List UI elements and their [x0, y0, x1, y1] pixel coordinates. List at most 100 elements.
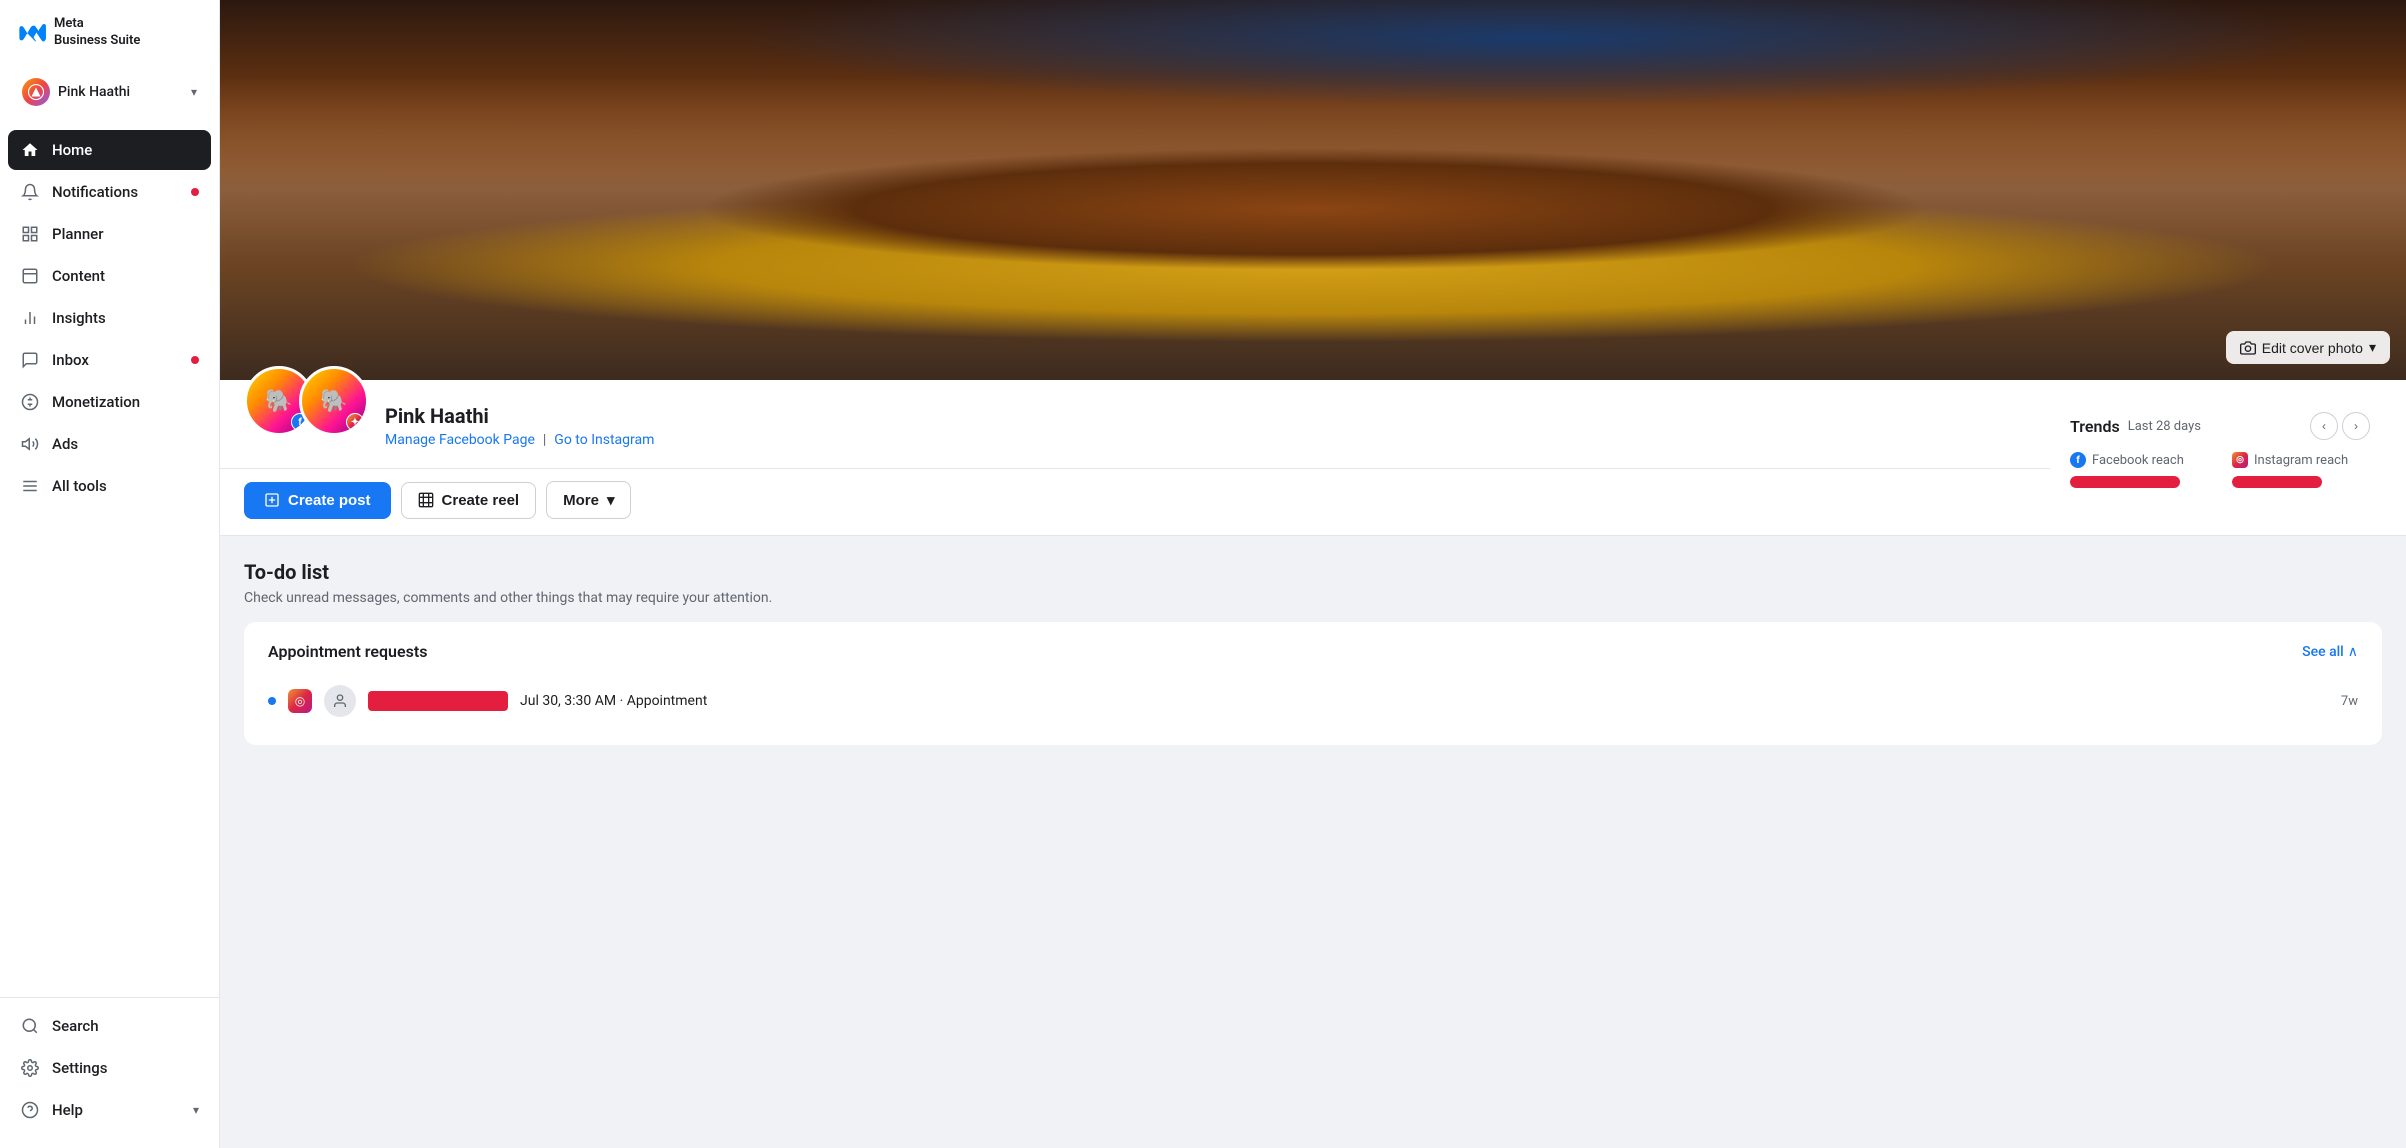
notifications-badge [191, 188, 199, 196]
todo-redacted-name [368, 691, 508, 711]
table-row: ◎ Jul 30, 3:30 AM · Appointment 7w [268, 677, 2358, 725]
profile-links-separator: | [543, 432, 546, 448]
sidebar-item-planner[interactable]: Planner [8, 214, 211, 254]
search-icon [20, 1016, 40, 1036]
planner-icon [20, 224, 40, 244]
create-reel-button[interactable]: Create reel [401, 482, 537, 519]
insights-icon [20, 308, 40, 328]
trends-next-button[interactable]: › [2342, 412, 2370, 440]
sidebar-item-label-help: Help [52, 1101, 83, 1119]
chevron-down-icon: ▾ [191, 85, 197, 99]
facebook-reach-bar [2070, 476, 2180, 488]
cover-furniture-decoration [220, 0, 2406, 380]
create-post-label: Create post [288, 492, 371, 509]
facebook-reach-bar-container [2070, 476, 2208, 488]
sidebar-item-help[interactable]: Help ▾ [8, 1090, 211, 1130]
profile-links: Manage Facebook Page | Go to Instagram [385, 432, 2026, 448]
sidebar-item-ads[interactable]: Ads [8, 424, 211, 464]
trends-period: Last 28 days [2128, 419, 2201, 434]
profile-name: Pink Haathi [385, 404, 2026, 428]
sidebar-item-search[interactable]: Search [8, 1006, 211, 1046]
bell-icon [20, 182, 40, 202]
profile-section: 🐘 f 🐘 ✦ Pink Haathi Manage Facebook Page… [220, 380, 2050, 469]
help-chevron-icon: ▾ [193, 1103, 199, 1117]
home-icon [20, 140, 40, 160]
inbox-icon [20, 350, 40, 370]
profile-and-trends-section: 🐘 f 🐘 ✦ Pink Haathi Manage Facebook Page… [220, 380, 2406, 536]
user-silhouette-icon [332, 693, 348, 709]
sidebar-item-all-tools[interactable]: All tools [8, 466, 211, 506]
profile-actions-row: Create post Create reel More ▾ [220, 469, 2050, 535]
sidebar-item-home[interactable]: Home [8, 130, 211, 170]
todo-section: To-do list Check unread messages, commen… [220, 536, 2406, 745]
create-reel-label: Create reel [442, 492, 520, 509]
todo-instagram-icon: ◎ [288, 689, 312, 713]
todo-title: To-do list [244, 560, 2382, 584]
sidebar-item-label-monetization: Monetization [52, 393, 140, 411]
todo-item-age: 7w [2341, 694, 2358, 709]
sidebar-item-settings[interactable]: Settings [8, 1048, 211, 1088]
inbox-badge [191, 356, 199, 364]
profile-left: 🐘 f 🐘 ✦ Pink Haathi Manage Facebook Page… [220, 380, 2050, 535]
app-name: Meta Business Suite [54, 16, 140, 50]
trends-navigation: ‹ › [2310, 412, 2370, 440]
instagram-reach-bar-container [2232, 476, 2370, 488]
camera-icon [2240, 340, 2256, 356]
sidebar-item-label-insights: Insights [52, 309, 106, 327]
create-post-button[interactable]: Create post [244, 482, 391, 519]
create-post-icon [264, 492, 280, 508]
sidebar-item-inbox[interactable]: Inbox [8, 340, 211, 380]
trends-content: f Facebook reach ◎ Instagram reach [2070, 452, 2370, 488]
sidebar-item-label-search: Search [52, 1017, 99, 1035]
trends-prev-button[interactable]: ‹ [2310, 412, 2338, 440]
sidebar-item-label-notifications: Notifications [52, 183, 138, 201]
trend-instagram-reach: ◎ Instagram reach [2232, 452, 2370, 488]
main-content: Edit cover photo ▾ 🐘 f 🐘 ✦ Pink Haat [220, 0, 2406, 1148]
sidebar-item-content[interactable]: Content [8, 256, 211, 296]
todo-appointment-info: Jul 30, 3:30 AM · Appointment [520, 693, 2329, 709]
more-label: More [563, 492, 599, 509]
appointment-requests-card: Appointment requests See all ∧ ◎ Jul 30,… [244, 622, 2382, 745]
trend-instagram-label: ◎ Instagram reach [2232, 452, 2370, 468]
sidebar-item-label-settings: Settings [52, 1059, 108, 1077]
profile-avatars: 🐘 f 🐘 ✦ [244, 366, 369, 436]
edit-cover-photo-label: Edit cover photo [2262, 340, 2363, 356]
account-name: Pink Haathi [58, 84, 183, 100]
instagram-reach-bar [2232, 476, 2322, 488]
account-selector[interactable]: Pink Haathi ▾ [12, 70, 207, 114]
go-to-instagram-link[interactable]: Go to Instagram [554, 432, 654, 448]
sidebar-nav: Home Notifications Planner [0, 126, 219, 997]
meta-logo-icon [16, 23, 48, 43]
manage-fb-page-link[interactable]: Manage Facebook Page [385, 432, 535, 448]
sidebar-item-insights[interactable]: Insights [8, 298, 211, 338]
sidebar-item-label-home: Home [52, 141, 92, 159]
cover-photo-area: Edit cover photo ▾ [220, 0, 2406, 380]
appointment-card-title: Appointment requests [268, 642, 427, 661]
content-icon [20, 266, 40, 286]
trends-header: Trends Last 28 days ‹ › [2070, 412, 2370, 440]
sidebar-item-label-inbox: Inbox [52, 351, 89, 369]
sidebar-item-monetization[interactable]: Monetization [8, 382, 211, 422]
sidebar-item-label-ads: Ads [52, 435, 78, 453]
edit-cover-chevron-icon: ▾ [2369, 339, 2376, 356]
instagram-badge-icon: ✦ [346, 413, 364, 431]
sidebar-item-notifications[interactable]: Notifications [8, 172, 211, 212]
logo: Meta Business Suite [0, 0, 219, 62]
sidebar-item-label-content: Content [52, 267, 105, 285]
monetization-icon [20, 392, 40, 412]
appointment-card-header: Appointment requests See all ∧ [268, 642, 2358, 661]
trend-facebook-label: f Facebook reach [2070, 452, 2208, 468]
gear-icon [20, 1058, 40, 1078]
sidebar-bottom: Search Settings Help ▾ [0, 997, 219, 1148]
edit-cover-photo-button[interactable]: Edit cover photo ▾ [2226, 331, 2390, 364]
more-button[interactable]: More ▾ [546, 481, 631, 519]
sidebar-item-label-all-tools: All tools [52, 477, 107, 495]
unread-dot [268, 697, 276, 705]
avatar [22, 78, 50, 106]
trends-panel: Trends Last 28 days ‹ › f Facebook reach [2050, 396, 2390, 519]
facebook-small-icon: f [2070, 452, 2086, 468]
trends-title: Trends Last 28 days [2070, 417, 2201, 436]
profile-info: Pink Haathi Manage Facebook Page | Go to… [385, 396, 2026, 448]
ads-icon [20, 434, 40, 454]
see-all-button[interactable]: See all ∧ [2302, 644, 2358, 660]
